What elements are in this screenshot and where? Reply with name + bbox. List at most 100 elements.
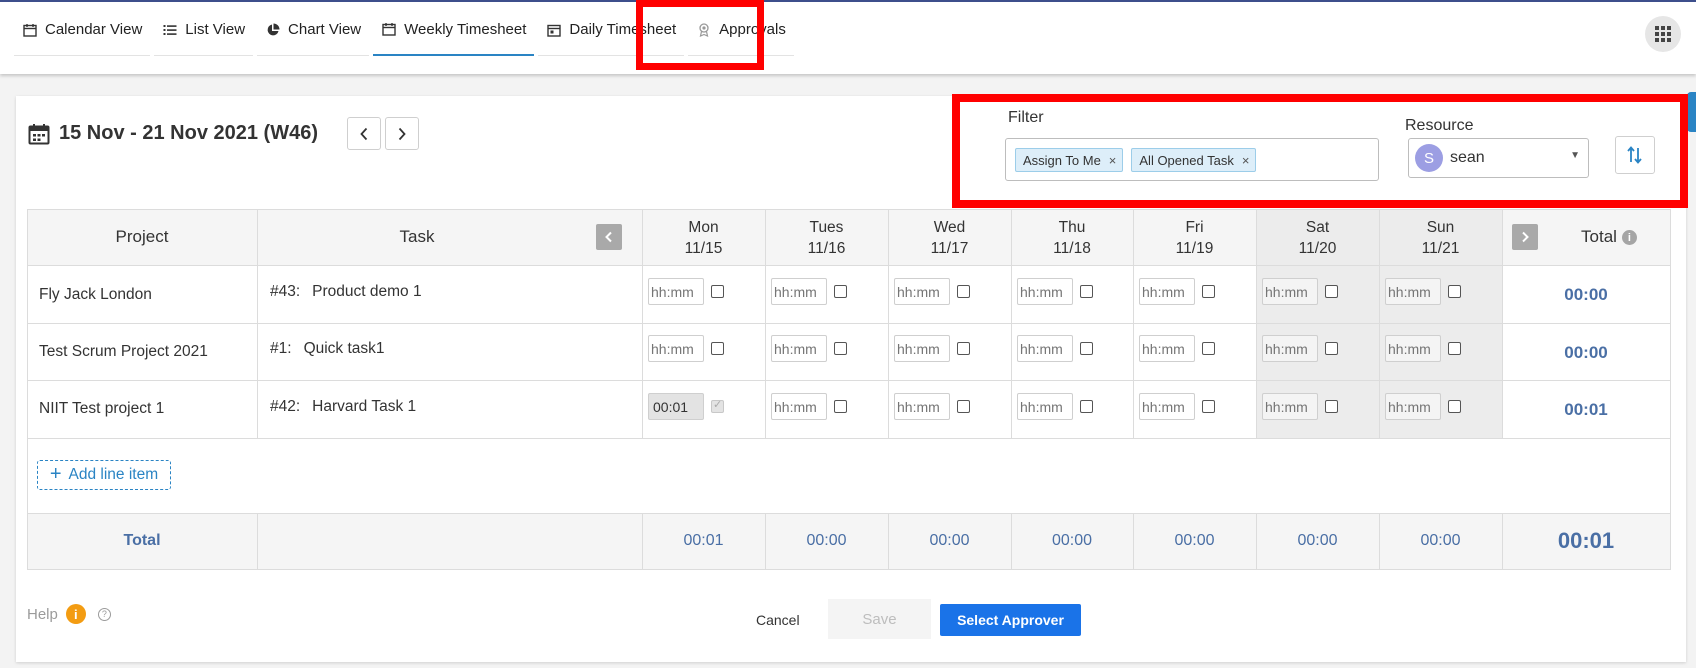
complete-checkbox[interactable]: [1080, 400, 1093, 413]
prev-week-button[interactable]: [347, 117, 381, 150]
time-input-mon[interactable]: [648, 393, 704, 420]
time-input-wed[interactable]: [894, 278, 950, 305]
time-input-fri[interactable]: [1139, 278, 1195, 305]
complete-checkbox[interactable]: [957, 342, 970, 355]
tab-weekly-timesheet[interactable]: Weekly Timesheet: [373, 4, 535, 56]
select-approver-button[interactable]: Select Approver: [940, 604, 1081, 636]
column-header-wed: Wed 11/17: [888, 217, 1011, 259]
question-icon[interactable]: ?: [97, 607, 111, 621]
grid-line: [27, 265, 1671, 266]
row-project: Fly Jack London: [39, 286, 152, 303]
complete-checkbox[interactable]: [711, 285, 724, 298]
complete-checkbox[interactable]: [957, 285, 970, 298]
time-input-sat[interactable]: [1262, 335, 1318, 362]
complete-checkbox[interactable]: [1448, 400, 1461, 413]
time-input-wed[interactable]: [894, 335, 950, 362]
time-input-tue[interactable]: [771, 278, 827, 305]
complete-checkbox[interactable]: [711, 398, 724, 413]
column-header-tue: Tues 11/16: [765, 217, 888, 259]
complete-checkbox[interactable]: [1202, 400, 1215, 413]
totals-label: Total: [123, 532, 161, 549]
complete-checkbox[interactable]: [1325, 400, 1338, 413]
column-header-total: Total i: [1547, 227, 1671, 247]
complete-checkbox[interactable]: [1202, 342, 1215, 355]
add-line-item-button[interactable]: + Add line item: [37, 460, 171, 490]
calendar-day-icon: [546, 22, 562, 38]
column-header-task: Task: [399, 227, 435, 246]
column-header-project: Project: [115, 227, 169, 246]
time-input-wed[interactable]: [894, 393, 950, 420]
scroll-days-left-button[interactable]: [596, 224, 622, 250]
next-week-button[interactable]: [385, 117, 419, 150]
chevron-left-icon: [360, 127, 368, 140]
complete-checkbox[interactable]: [711, 342, 724, 355]
time-input-fri[interactable]: [1139, 335, 1195, 362]
calendar-icon: [22, 22, 38, 38]
total-header-label: Total: [1581, 227, 1617, 246]
save-button[interactable]: Save: [828, 599, 931, 639]
complete-checkbox[interactable]: [1325, 285, 1338, 298]
list-icon: [162, 22, 178, 38]
row-task[interactable]: #42: Harvard Task 1: [270, 398, 416, 416]
day-date: 11/21: [1421, 240, 1460, 257]
task-name: Product demo 1: [312, 283, 422, 300]
info-icon[interactable]: i: [1621, 230, 1637, 246]
scroll-days-right-button[interactable]: [1512, 224, 1538, 250]
row-task[interactable]: #1: Quick task1: [270, 340, 385, 358]
info-icon[interactable]: i: [65, 604, 86, 624]
tab-chart-view[interactable]: Chart View: [257, 4, 370, 56]
column-header-sun: Sun 11/21: [1379, 217, 1502, 259]
tab-list-view[interactable]: List View: [154, 4, 254, 56]
complete-checkbox[interactable]: [834, 342, 847, 355]
apps-grid-button[interactable]: [1645, 16, 1681, 52]
total-sun: 00:00: [1420, 532, 1461, 549]
complete-checkbox[interactable]: [1448, 342, 1461, 355]
grid-line: [257, 513, 258, 570]
task-number: #43:: [270, 283, 301, 300]
approvals-highlight-box: [636, 0, 764, 70]
total-thu: 00:00: [1051, 532, 1093, 549]
day-name: Sat: [1305, 219, 1330, 236]
week-range-title: 15 Nov - 21 Nov 2021 (W46): [28, 122, 318, 145]
complete-checkbox[interactable]: [1202, 285, 1215, 298]
time-input-sun[interactable]: [1385, 278, 1441, 305]
day-date: 11/20: [1298, 240, 1337, 257]
tab-label: List View: [185, 21, 246, 38]
complete-checkbox[interactable]: [834, 285, 847, 298]
complete-checkbox[interactable]: [1448, 285, 1461, 298]
complete-checkbox[interactable]: [1080, 285, 1093, 298]
help-section: Help i ?: [27, 604, 111, 624]
complete-checkbox[interactable]: [1325, 342, 1338, 355]
column-header-sat: Sat 11/20: [1256, 217, 1379, 259]
time-input-thu[interactable]: [1017, 335, 1073, 362]
chevron-right-icon: [398, 127, 406, 140]
complete-checkbox[interactable]: [834, 400, 847, 413]
day-date: 11/19: [1175, 240, 1214, 257]
tab-calendar-view[interactable]: Calendar View: [14, 4, 151, 56]
time-input-tue[interactable]: [771, 335, 827, 362]
complete-checkbox[interactable]: [957, 400, 970, 413]
calendar-icon: [381, 21, 397, 37]
time-input-sat[interactable]: [1262, 278, 1318, 305]
row-total: 00:01: [1564, 400, 1608, 419]
task-number: #1:: [270, 340, 292, 357]
complete-checkbox[interactable]: [1080, 342, 1093, 355]
time-input-tue[interactable]: [771, 393, 827, 420]
day-name: Mon: [688, 219, 719, 236]
time-input-fri[interactable]: [1139, 393, 1195, 420]
time-input-mon[interactable]: [648, 335, 704, 362]
tab-label: Chart View: [288, 21, 362, 38]
time-input-thu[interactable]: [1017, 278, 1073, 305]
grid-line: [27, 569, 1671, 570]
side-panel-toggle[interactable]: [1687, 92, 1696, 132]
time-input-thu[interactable]: [1017, 393, 1073, 420]
row-task[interactable]: #43: Product demo 1: [270, 283, 422, 301]
day-date: 11/17: [930, 240, 969, 257]
time-input-mon[interactable]: [648, 278, 704, 305]
time-input-sun[interactable]: [1385, 393, 1441, 420]
cancel-button[interactable]: Cancel: [756, 612, 800, 628]
day-name: Tues: [809, 219, 844, 236]
time-input-sat[interactable]: [1262, 393, 1318, 420]
time-input-sun[interactable]: [1385, 335, 1441, 362]
grid-line: [27, 323, 1671, 324]
